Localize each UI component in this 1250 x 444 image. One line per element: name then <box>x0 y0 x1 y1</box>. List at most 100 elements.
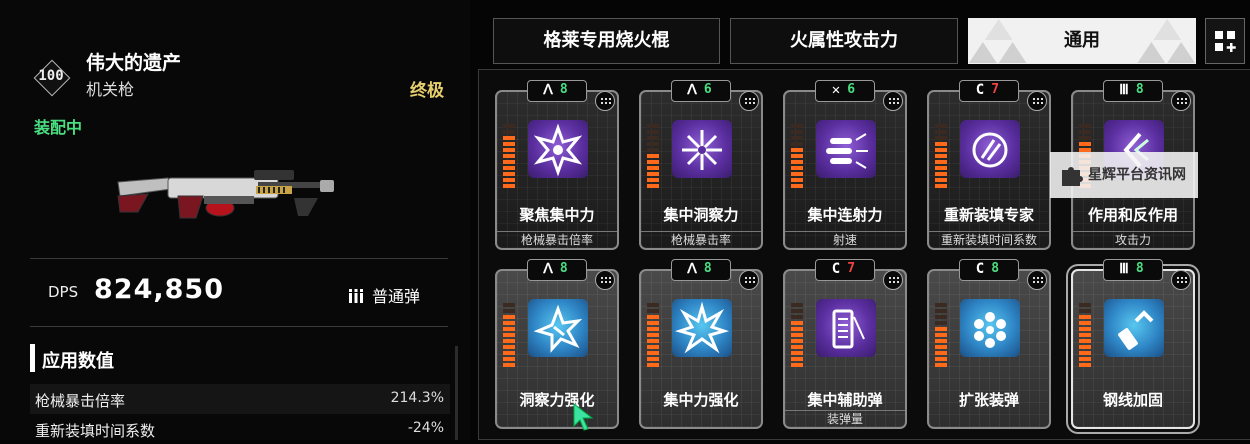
tab-label: 火属性攻击力 <box>790 30 898 51</box>
module-name: 集中辅助弹 <box>807 391 883 409</box>
dot <box>1033 102 1035 104</box>
module-cost: 7 <box>991 82 1000 97</box>
capacity-bar <box>935 315 947 319</box>
dot <box>745 102 747 104</box>
dot <box>601 281 603 283</box>
capacity-bar <box>791 130 803 134</box>
applied-stats-title: 应用数值 <box>42 351 114 372</box>
dot <box>1177 102 1179 104</box>
capacity-bar <box>647 124 659 128</box>
capacity-bar <box>935 339 947 343</box>
socket-symbol: ᐱ <box>687 261 697 277</box>
capacity-bar <box>647 148 659 152</box>
module-level-bars <box>503 124 515 194</box>
weapon-rarity: 终极 <box>410 81 444 101</box>
dot <box>1185 102 1187 104</box>
dot <box>1041 281 1043 283</box>
capacity-bar <box>503 321 515 325</box>
capacity-bar <box>791 154 803 158</box>
dot <box>1037 98 1039 100</box>
capacity-bar <box>935 303 947 307</box>
module-type-icon <box>1171 270 1191 290</box>
capacity-bar <box>503 327 515 331</box>
module-cost: 6 <box>847 82 856 97</box>
module-card[interactable]: ᐱ 6 集中洞察力 枪械暴击率 <box>639 80 763 250</box>
module-card[interactable]: ᐱ 8 洞察力强化 <box>495 259 619 429</box>
capacity-bar <box>503 130 515 134</box>
capacity-bar <box>1079 315 1091 319</box>
dot <box>1181 98 1183 100</box>
dot <box>1041 98 1043 100</box>
module-name: 聚焦集中力 <box>519 206 595 224</box>
module-code-tab: C7 <box>959 80 1019 102</box>
capacity-bar <box>935 184 947 188</box>
capacity-bar <box>503 178 515 182</box>
dot <box>897 102 899 104</box>
capacity-bar <box>503 309 515 313</box>
module-tag: 枪械暴击率 <box>641 231 761 249</box>
dot <box>1185 98 1187 100</box>
crit-burst-icon <box>528 299 588 357</box>
tab-weapon-exclusive[interactable]: 格莱专用烧火棍 <box>493 18 720 64</box>
shatter-burst-icon <box>672 120 732 178</box>
capacity-bar <box>647 321 659 325</box>
module-card[interactable]: C 7 重新装填专家 重新装填时间系数 <box>927 80 1051 250</box>
capacity-bar <box>791 166 803 170</box>
capacity-bar <box>503 136 515 140</box>
stat-value: -24% <box>407 420 444 436</box>
dot <box>1037 102 1039 104</box>
module-code-tab: ᐱ8 <box>671 259 731 281</box>
tab-fire-attack[interactable]: 火属性攻击力 <box>730 18 958 64</box>
mouse-cursor-icon <box>573 402 594 431</box>
dot <box>745 277 747 279</box>
dot <box>1185 281 1187 283</box>
dot <box>1177 281 1179 283</box>
module-type-icon <box>1027 270 1047 290</box>
capacity-bar <box>1079 345 1091 349</box>
module-name: 集中洞察力 <box>663 206 739 224</box>
capacity-bar <box>647 166 659 170</box>
module-card[interactable]: C 7 集中辅助弹 装弹量 <box>783 259 907 429</box>
add-module-grid-button[interactable] <box>1205 18 1245 64</box>
capacity-bar <box>503 357 515 361</box>
capacity-bar <box>935 363 947 367</box>
capacity-bar <box>503 124 515 128</box>
spiky-star-icon <box>528 120 588 178</box>
capacity-bar <box>791 351 803 355</box>
capacity-bar <box>791 172 803 176</box>
capacity-bar <box>503 345 515 349</box>
tab-general[interactable]: 通用 <box>968 18 1196 64</box>
magazine-icon <box>816 299 876 357</box>
module-card[interactable]: Ⅲ 8 钢线加固 <box>1071 259 1195 429</box>
module-card[interactable]: ✕ 6 集中连射力 射速 <box>783 80 907 250</box>
module-tag: 攻击力 <box>1073 231 1193 249</box>
stat-name: 枪械暴击倍率 <box>35 392 126 410</box>
capacity-bar <box>1079 136 1091 140</box>
capacity-bar <box>935 148 947 152</box>
capacity-bar <box>647 363 659 367</box>
module-card[interactable]: C 8 扩张装弹 <box>927 259 1051 429</box>
ammo-type-label: 普通弹 <box>372 287 421 306</box>
module-card[interactable]: ᐱ 8 集中力强化 <box>639 259 763 429</box>
divider <box>30 258 448 259</box>
dot <box>1185 277 1187 279</box>
capacity-bar <box>647 303 659 307</box>
capacity-bar <box>935 136 947 140</box>
capacity-bar <box>647 178 659 182</box>
module-card[interactable]: ᐱ 8 聚焦集中力 枪械暴击倍率 <box>495 80 619 250</box>
capacity-bar <box>935 124 947 128</box>
module-type-icon <box>739 91 759 111</box>
dot <box>605 277 607 279</box>
capacity-bar <box>647 333 659 337</box>
capacity-bar <box>647 130 659 134</box>
module-type-icon <box>883 91 903 111</box>
capacity-bar <box>935 333 947 337</box>
capacity-bar <box>503 315 515 319</box>
stat-value: 214.3% <box>390 390 444 406</box>
capacity-bar <box>1079 351 1091 355</box>
module-level-bars <box>935 303 947 373</box>
puzzle-logo-icon <box>1062 167 1083 186</box>
capacity-bar <box>503 303 515 307</box>
stats-scrollbar[interactable] <box>455 346 458 440</box>
socket-symbol: C <box>975 261 985 277</box>
